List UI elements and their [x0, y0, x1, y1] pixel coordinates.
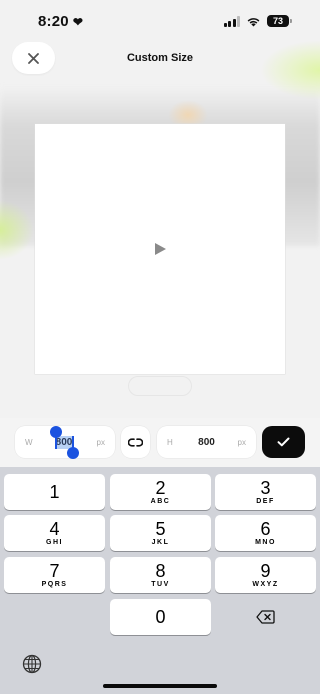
key-2[interactable]: 2 ABC	[110, 474, 211, 510]
key-8[interactable]: 8 TUV	[110, 557, 211, 593]
key-digit: 1	[49, 482, 60, 502]
key-7[interactable]: 7 PQRS	[4, 557, 105, 593]
blurred-accent	[0, 200, 34, 260]
key-digit: 6	[260, 519, 271, 539]
cellular-signal-icon	[223, 15, 240, 27]
key-digit: 9	[260, 561, 271, 581]
key-digit: 3	[260, 478, 271, 498]
key-5[interactable]: 5 JKL	[110, 515, 211, 551]
height-unit: px	[237, 437, 246, 447]
height-field[interactable]: H 800 px	[157, 426, 256, 458]
status-time: 8:20 ❤	[38, 13, 83, 30]
confirm-button[interactable]	[262, 426, 305, 458]
key-letters: DEF	[256, 498, 275, 505]
checkmark-icon	[277, 437, 290, 447]
faded-control	[128, 376, 192, 396]
key-9[interactable]: 9 WXYZ	[215, 557, 316, 593]
battery-icon: 73	[267, 15, 292, 27]
key-digit: 8	[155, 561, 166, 581]
canvas-preview[interactable]	[35, 124, 285, 374]
link-aspect-button[interactable]	[121, 426, 150, 458]
key-letters: MNO	[255, 539, 276, 546]
link-icon	[128, 437, 143, 447]
numeric-keypad: 1 2 ABC 3 DEF 4 GHI 5 JKL 6 MNO 7 PQRS 8…	[0, 467, 320, 694]
blurred-accent	[260, 40, 320, 100]
key-letters: GHI	[46, 539, 63, 546]
status-bar: 8:20 ❤ 73	[0, 0, 320, 44]
key-letters: WXYZ	[252, 581, 279, 588]
play-icon[interactable]	[153, 242, 167, 256]
home-indicator[interactable]	[103, 684, 217, 688]
wifi-icon	[247, 17, 260, 26]
key-6[interactable]: 6 MNO	[215, 515, 316, 551]
battery-level: 73	[267, 15, 289, 27]
width-unit: px	[96, 437, 105, 447]
width-label: W	[25, 437, 33, 447]
key-digit: 2	[155, 478, 166, 498]
key-3[interactable]: 3 DEF	[215, 474, 316, 510]
key-digit: 7	[49, 561, 60, 581]
globe-button[interactable]	[21, 653, 43, 675]
status-indicators: 73	[223, 15, 292, 27]
selection-start-handle[interactable]	[50, 426, 62, 438]
backspace-icon	[256, 610, 275, 624]
globe-icon	[22, 654, 42, 674]
key-digit: 4	[49, 519, 60, 539]
heart-icon: ❤	[72, 14, 84, 29]
key-letters: JKL	[151, 539, 170, 546]
key-4[interactable]: 4 GHI	[4, 515, 105, 551]
clock-label: 8:20	[38, 13, 69, 30]
key-0[interactable]: 0	[110, 599, 211, 635]
editor-background: 8:20 ❤ 73 Custom Size	[0, 0, 320, 418]
key-digit: 5	[155, 519, 166, 539]
key-1[interactable]: 1	[4, 474, 105, 510]
key-digit: 0	[155, 607, 166, 627]
key-letters: ABC	[150, 498, 171, 505]
selection-end-handle[interactable]	[67, 447, 79, 459]
delete-key[interactable]	[215, 599, 316, 635]
size-controls: W px 800 H 800 px	[0, 426, 320, 460]
page-title: Custom Size	[126, 52, 193, 64]
key-letters: PQRS	[41, 581, 68, 588]
key-letters: TUV	[151, 581, 170, 588]
